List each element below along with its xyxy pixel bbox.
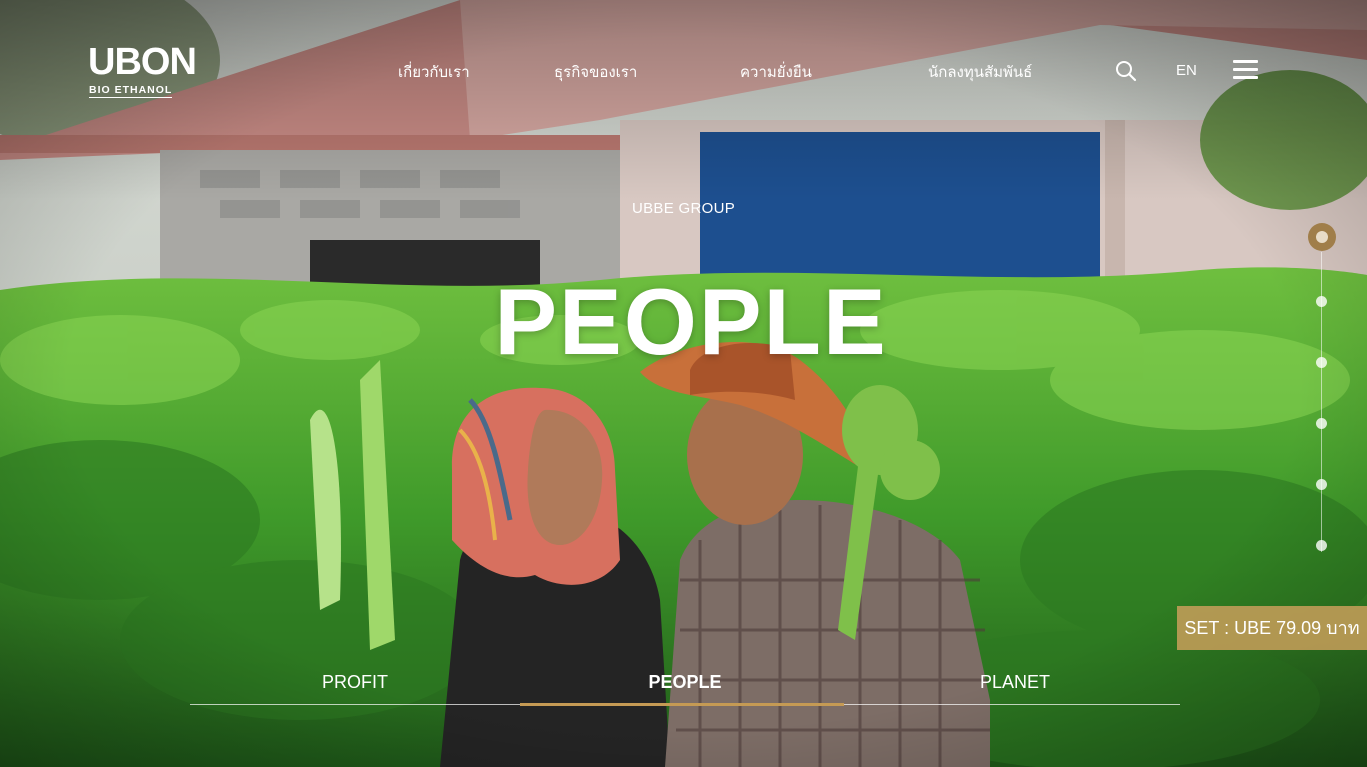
nav-item-investor-relations[interactable]: นักลงทุนสัมพันธ์ (928, 60, 1032, 84)
nav-item-business[interactable]: ธุรกิจของเรา (554, 60, 637, 84)
stock-price-badge[interactable]: SET : UBE 79.09 บาท (1177, 606, 1367, 650)
hero-background-image (0, 0, 1367, 767)
nav-item-sustainability[interactable]: ความยั่งยืน (740, 60, 812, 84)
brand-logo[interactable]: UBON BIO ETHANOL (88, 18, 197, 104)
farm-photo (0, 0, 1367, 767)
tab-profit[interactable]: PROFIT (190, 672, 520, 693)
slide-dot-6[interactable] (1316, 540, 1327, 551)
hero-eyebrow: UBBE GROUP (631, 200, 736, 217)
slide-dot-1[interactable] (1308, 223, 1336, 251)
menu-icon[interactable] (1233, 60, 1258, 80)
brand-tagline: BIO ETHANOL (89, 84, 173, 98)
search-icon[interactable] (1115, 60, 1137, 82)
slide-dot-5[interactable] (1316, 479, 1327, 490)
tab-people[interactable]: PEOPLE (520, 672, 850, 693)
pillar-tabs: PROFIT PEOPLE PLANET (190, 666, 1180, 708)
nav-item-about[interactable]: เกี่ยวกับเรา (398, 60, 470, 84)
slide-pagination (1306, 222, 1338, 562)
slide-dot-3[interactable] (1316, 357, 1327, 368)
tab-planet[interactable]: PLANET (850, 672, 1180, 693)
language-switch[interactable]: EN (1176, 62, 1197, 79)
hero-headline: PEOPLE (494, 269, 888, 374)
brand-wordmark: UBON (88, 41, 197, 83)
slide-dot-2[interactable] (1316, 296, 1327, 307)
slide-dot-4[interactable] (1316, 418, 1327, 429)
active-tab-indicator (520, 703, 844, 706)
